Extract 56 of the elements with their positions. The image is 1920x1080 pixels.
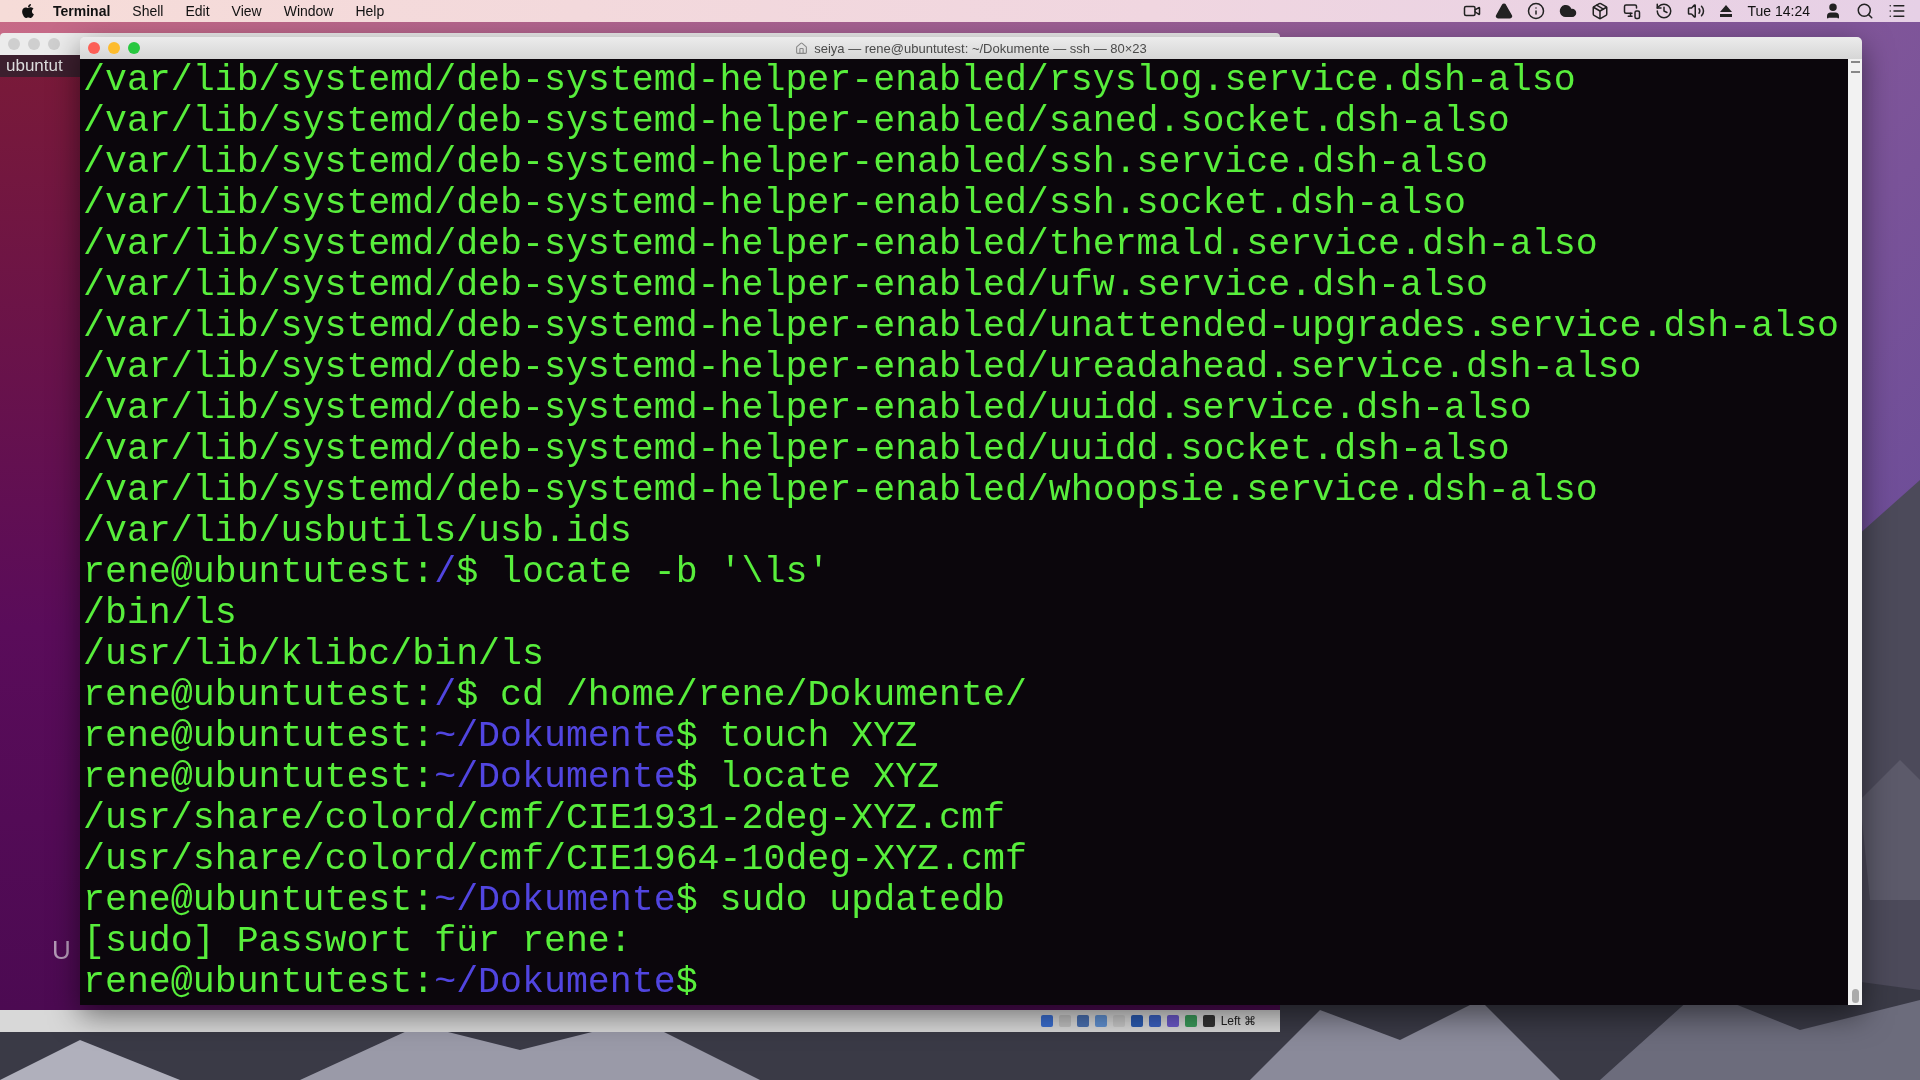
menu-item[interactable]: View [220,3,273,19]
device-icon[interactable] [1040,1015,1053,1027]
displays-icon[interactable] [1623,2,1642,20]
list-icon[interactable] [1888,2,1906,20]
cloud-icon[interactable] [1559,2,1578,20]
terminal-line: [sudo] Passwort für rene: [83,921,633,962]
scroll-thumb[interactable] [1851,989,1859,1003]
window-title: seiya — rene@ubuntutest: ~/Dokumente — ssh — 80×23 [814,40,1147,56]
info-icon[interactable] [1527,2,1546,20]
menu-item[interactable]: Terminal [42,3,122,19]
clock-history-icon[interactable] [1655,2,1674,20]
device-icon[interactable] [1166,1015,1179,1027]
terminal-line: /var/lib/systemd/deb-systemd-helper-enabled/whoopsie.service.dsh-also [83,470,1599,511]
device-icon[interactable] [1076,1015,1089,1027]
terminal-line: /var/lib/systemd/deb-systemd-helper-enabled/saned.socket.dsh-also [83,101,1511,142]
menu-clock[interactable]: Tue 14:24 [1747,3,1810,19]
device-icon[interactable] [1130,1015,1143,1027]
house-icon [795,41,809,55]
eject-icon[interactable] [1719,4,1734,18]
terminal-line: /var/lib/systemd/deb-systemd-helper-enabled/ssh.service.dsh-also [83,142,1489,183]
terminal-line: /var/lib/systemd/deb-systemd-helper-enabled/ureadahead.service.dsh-also [83,347,1643,388]
terminal-line: /usr/share/colord/cmf/CIE1964-10deg-XYZ.cmf [83,839,1028,880]
terminal-line: /usr/share/colord/cmf/CIE1931-2deg-XYZ.cmf [83,798,1006,839]
terminal-line: rene@ubuntutest:/$ locate -b '\ls' [83,552,831,593]
terminal-line: rene@ubuntutest:/$ cd /home/rene/Dokumente/ [83,675,1028,716]
terminal-line: rene@ubuntutest:~/Dokumente$ touch XYZ [83,716,919,757]
terminal-line: /var/lib/systemd/deb-systemd-helper-enabled/ufw.service.dsh-also [83,265,1489,306]
terminal-line: /var/lib/systemd/deb-systemd-helper-enabled/thermald.service.dsh-also [83,224,1599,265]
terminal-line: rene@ubuntutest:~/Dokumente$ sudo updatedb [83,880,1006,921]
terminal-line: rene@ubuntutest:~/Dokumente$ locate XYZ [83,757,941,798]
host-key-label: Left ⌘ [1220,1014,1256,1028]
menu-item[interactable]: Edit [174,3,221,19]
terminal-line: /var/lib/systemd/deb-systemd-helper-enabled/ssh.socket.dsh-also [83,183,1467,224]
terminal-line: /bin/ls [83,593,238,634]
terminal-line: /var/lib/usbutils/usb.ids [83,511,633,552]
device-icon[interactable] [1148,1015,1161,1027]
terminal-line: /var/lib/systemd/deb-systemd-helper-enabled/uuidd.socket.dsh-also [83,429,1511,470]
user-icon[interactable] [1824,2,1842,20]
terminal-line: /var/lib/systemd/deb-systemd-helper-enabled/rsyslog.service.dsh-also [83,60,1577,101]
volume-icon[interactable] [1687,2,1706,20]
device-icon[interactable] [1202,1015,1215,1027]
terminal-line: /usr/lib/klibc/bin/ls [83,634,545,675]
terminal-line: /var/lib/systemd/deb-systemd-helper-enabled/unattended-upgrades.service.dsh-also [83,306,1841,347]
search-icon[interactable] [1856,2,1874,20]
terminal-line: /var/lib/systemd/deb-systemd-helper-enabled/uuidd.service.dsh-also [83,388,1533,429]
terminal-line: rene@ubuntutest:~/Dokumente$ [83,962,699,1003]
apple-icon[interactable] [20,3,36,19]
menu-item[interactable]: Window [272,3,345,19]
close-button[interactable] [88,42,100,54]
menu-item[interactable]: Shell [121,3,175,19]
split-icon[interactable] [1850,61,1860,73]
menu-item[interactable]: Help [344,3,396,19]
box-icon[interactable] [1591,2,1610,20]
triangle-icon[interactable] [1495,2,1514,20]
guest-top-bar-label: ubuntut [6,56,63,76]
faint-label: U [52,935,71,965]
